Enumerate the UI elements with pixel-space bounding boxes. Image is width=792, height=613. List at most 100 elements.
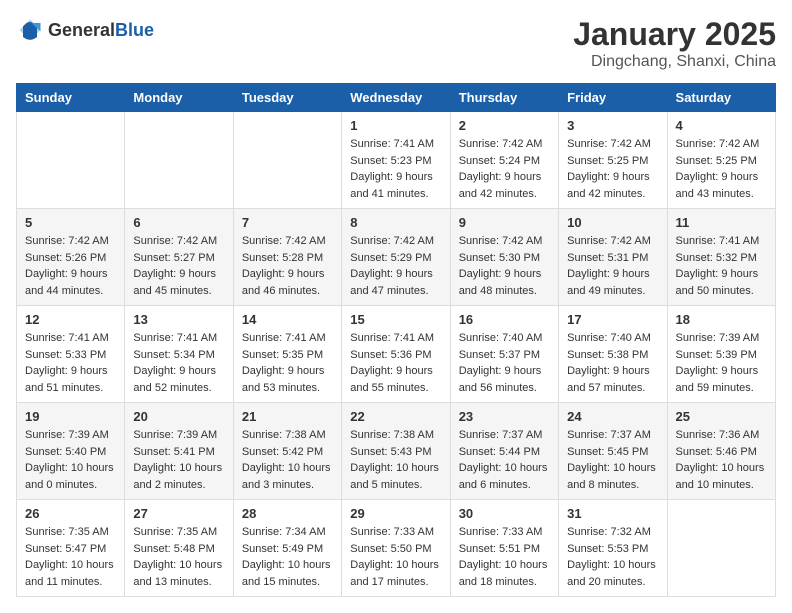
day-info: Sunrise: 7:42 AMSunset: 5:25 PMDaylight:…	[567, 136, 658, 202]
day-info: Sunrise: 7:35 AMSunset: 5:48 PMDaylight:…	[133, 524, 224, 590]
day-number: 27	[133, 506, 224, 521]
calendar-cell: 10Sunrise: 7:42 AMSunset: 5:31 PMDayligh…	[559, 209, 667, 306]
day-number: 28	[242, 506, 333, 521]
day-info: Sunrise: 7:42 AMSunset: 5:27 PMDaylight:…	[133, 233, 224, 299]
day-number: 19	[25, 409, 116, 424]
calendar-cell: 28 Sunrise: 7:34 AMSunset: 5:49 PMDayligh…	[233, 500, 341, 597]
day-number: 26	[25, 506, 116, 521]
generalblue-icon	[16, 16, 44, 44]
week-row-3: 12 Sunrise: 7:41 AMSunset: 5:33 PMDayligh…	[17, 306, 776, 403]
day-info: Sunrise: 7:34 AMSunset: 5:49 PMDaylight:…	[242, 524, 333, 590]
calendar-cell: 19 Sunrise: 7:39 AMSunset: 5:40 PMDayligh…	[17, 403, 125, 500]
day-number: 31	[567, 506, 658, 521]
day-info: Sunrise: 7:41 AMSunset: 5:34 PMDaylight:…	[133, 330, 224, 396]
title-section: January 2025 Dingchang, Shanxi, China	[573, 16, 776, 71]
calendar-cell: 11 Sunrise: 7:41 AMSunset: 5:32 PMDayligh…	[667, 209, 775, 306]
calendar-cell: 6Sunrise: 7:42 AMSunset: 5:27 PMDaylight…	[125, 209, 233, 306]
day-info: Sunrise: 7:40 AMSunset: 5:38 PMDaylight:…	[567, 330, 658, 396]
calendar-cell: 20Sunrise: 7:39 AMSunset: 5:41 PMDayligh…	[125, 403, 233, 500]
week-row-2: 5 Sunrise: 7:42 AMSunset: 5:26 PMDaylight…	[17, 209, 776, 306]
week-row-1: 1 Sunrise: 7:41 AMSunset: 5:23 PMDaylight…	[17, 112, 776, 209]
day-info: Sunrise: 7:42 AMSunset: 5:29 PMDaylight:…	[350, 233, 441, 299]
weekday-header-tuesday: Tuesday	[233, 84, 341, 112]
day-number: 15	[350, 312, 441, 327]
day-number: 7	[242, 215, 333, 230]
logo-blue: Blue	[115, 20, 154, 40]
day-info: Sunrise: 7:39 AMSunset: 5:39 PMDaylight:…	[676, 330, 767, 396]
day-info: Sunrise: 7:38 AMSunset: 5:42 PMDaylight:…	[242, 427, 333, 493]
weekday-header-wednesday: Wednesday	[342, 84, 450, 112]
calendar-cell: 25Sunrise: 7:36 AMSunset: 5:46 PMDayligh…	[667, 403, 775, 500]
calendar-cell	[233, 112, 341, 209]
day-info: Sunrise: 7:35 AMSunset: 5:47 PMDaylight:…	[25, 524, 116, 590]
day-info: Sunrise: 7:39 AMSunset: 5:40 PMDaylight:…	[25, 427, 116, 493]
day-number: 4	[676, 118, 767, 133]
day-number: 5	[25, 215, 116, 230]
logo: GeneralBlue	[16, 16, 154, 44]
day-number: 16	[459, 312, 550, 327]
calendar-title: January 2025	[573, 16, 776, 53]
day-number: 2	[459, 118, 550, 133]
day-number: 17	[567, 312, 658, 327]
calendar-cell: 26 Sunrise: 7:35 AMSunset: 5:47 PMDayligh…	[17, 500, 125, 597]
calendar-cell: 22 Sunrise: 7:38 AMSunset: 5:43 PMDayligh…	[342, 403, 450, 500]
calendar-cell: 12 Sunrise: 7:41 AMSunset: 5:33 PMDayligh…	[17, 306, 125, 403]
calendar-cell: 29 Sunrise: 7:33 AMSunset: 5:50 PMDayligh…	[342, 500, 450, 597]
day-info: Sunrise: 7:32 AMSunset: 5:53 PMDaylight:…	[567, 524, 658, 590]
day-info: Sunrise: 7:33 AMSunset: 5:50 PMDaylight:…	[350, 524, 441, 590]
day-number: 9	[459, 215, 550, 230]
calendar-cell: 14Sunrise: 7:41 AMSunset: 5:35 PMDayligh…	[233, 306, 341, 403]
logo-text: GeneralBlue	[48, 20, 154, 41]
calendar-cell: 16 Sunrise: 7:40 AMSunset: 5:37 PMDayligh…	[450, 306, 558, 403]
logo-general: General	[48, 20, 115, 40]
day-info: Sunrise: 7:41 AMSunset: 5:32 PMDaylight:…	[676, 233, 767, 299]
day-info: Sunrise: 7:42 AMSunset: 5:26 PMDaylight:…	[25, 233, 116, 299]
day-info: Sunrise: 7:38 AMSunset: 5:43 PMDaylight:…	[350, 427, 441, 493]
calendar-cell: 31 Sunrise: 7:32 AMSunset: 5:53 PMDayligh…	[559, 500, 667, 597]
day-number: 23	[459, 409, 550, 424]
calendar-cell: 27 Sunrise: 7:35 AMSunset: 5:48 PMDayligh…	[125, 500, 233, 597]
day-info: Sunrise: 7:42 AMSunset: 5:30 PMDaylight:…	[459, 233, 550, 299]
week-row-4: 19 Sunrise: 7:39 AMSunset: 5:40 PMDayligh…	[17, 403, 776, 500]
weekday-header-row: SundayMondayTuesdayWednesdayThursdayFrid…	[17, 84, 776, 112]
calendar-cell: 4 Sunrise: 7:42 AMSunset: 5:25 PMDaylight…	[667, 112, 775, 209]
day-number: 25	[676, 409, 767, 424]
day-number: 11	[676, 215, 767, 230]
day-info: Sunrise: 7:41 AMSunset: 5:23 PMDaylight:…	[350, 136, 441, 202]
weekday-header-sunday: Sunday	[17, 84, 125, 112]
week-row-5: 26 Sunrise: 7:35 AMSunset: 5:47 PMDayligh…	[17, 500, 776, 597]
day-info: Sunrise: 7:37 AMSunset: 5:45 PMDaylight:…	[567, 427, 658, 493]
calendar-cell	[125, 112, 233, 209]
day-info: Sunrise: 7:42 AMSunset: 5:28 PMDaylight:…	[242, 233, 333, 299]
day-number: 13	[133, 312, 224, 327]
calendar-cell: 7 Sunrise: 7:42 AMSunset: 5:28 PMDaylight…	[233, 209, 341, 306]
calendar-cell: 9 Sunrise: 7:42 AMSunset: 5:30 PMDaylight…	[450, 209, 558, 306]
day-number: 20	[133, 409, 224, 424]
calendar-cell	[667, 500, 775, 597]
day-info: Sunrise: 7:37 AMSunset: 5:44 PMDaylight:…	[459, 427, 550, 493]
day-number: 8	[350, 215, 441, 230]
calendar-cell: 1 Sunrise: 7:41 AMSunset: 5:23 PMDaylight…	[342, 112, 450, 209]
day-info: Sunrise: 7:40 AMSunset: 5:37 PMDaylight:…	[459, 330, 550, 396]
weekday-header-friday: Friday	[559, 84, 667, 112]
day-info: Sunrise: 7:42 AMSunset: 5:25 PMDaylight:…	[676, 136, 767, 202]
weekday-header-saturday: Saturday	[667, 84, 775, 112]
day-number: 22	[350, 409, 441, 424]
calendar-cell: 30Sunrise: 7:33 AMSunset: 5:51 PMDayligh…	[450, 500, 558, 597]
day-number: 12	[25, 312, 116, 327]
calendar-cell: 17 Sunrise: 7:40 AMSunset: 5:38 PMDayligh…	[559, 306, 667, 403]
day-number: 29	[350, 506, 441, 521]
day-number: 30	[459, 506, 550, 521]
calendar-cell: 15 Sunrise: 7:41 AMSunset: 5:36 PMDayligh…	[342, 306, 450, 403]
calendar-cell: 8 Sunrise: 7:42 AMSunset: 5:29 PMDaylight…	[342, 209, 450, 306]
weekday-header-monday: Monday	[125, 84, 233, 112]
day-number: 1	[350, 118, 441, 133]
calendar-cell: 18Sunrise: 7:39 AMSunset: 5:39 PMDayligh…	[667, 306, 775, 403]
day-info: Sunrise: 7:41 AMSunset: 5:35 PMDaylight:…	[242, 330, 333, 396]
day-number: 21	[242, 409, 333, 424]
day-info: Sunrise: 7:42 AMSunset: 5:31 PMDaylight:…	[567, 233, 658, 299]
day-info: Sunrise: 7:41 AMSunset: 5:33 PMDaylight:…	[25, 330, 116, 396]
weekday-header-thursday: Thursday	[450, 84, 558, 112]
day-info: Sunrise: 7:41 AMSunset: 5:36 PMDaylight:…	[350, 330, 441, 396]
calendar-cell: 2Sunrise: 7:42 AMSunset: 5:24 PMDaylight…	[450, 112, 558, 209]
